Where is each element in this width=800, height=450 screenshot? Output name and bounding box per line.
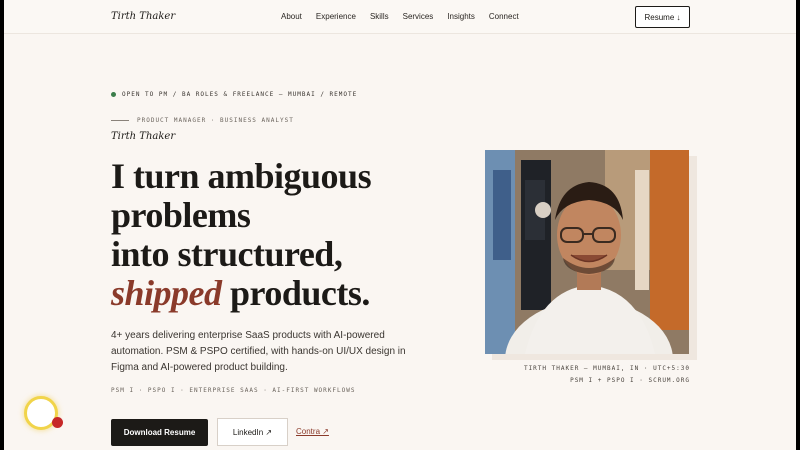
headline-line-2: problems bbox=[111, 195, 251, 235]
page-frame: Tirth Thaker About Experience Skills Ser… bbox=[4, 0, 796, 450]
headline-accent: shipped bbox=[111, 273, 222, 313]
photo-caption: Tirth Thaker — Mumbai, IN · UTC+5:30 PSM… bbox=[494, 363, 690, 387]
headline-line-1: I turn ambiguous bbox=[111, 156, 372, 196]
nav-link-skills[interactable]: Skills bbox=[370, 12, 389, 21]
nav-link-about[interactable]: About bbox=[281, 12, 302, 21]
availability-status: Open to PM / BA roles & freelance — Mumb… bbox=[111, 91, 357, 98]
hero-description: 4+ years delivering enterprise SaaS prod… bbox=[111, 330, 406, 373]
headline-line-4: products. bbox=[221, 273, 370, 313]
nav-link-experience[interactable]: Experience bbox=[316, 12, 356, 21]
profile-photo-illustration bbox=[485, 150, 689, 354]
nav-link-connect[interactable]: Connect bbox=[489, 12, 519, 21]
status-text: Open to PM / BA roles & freelance — Mumb… bbox=[122, 91, 358, 98]
hero-headline: I turn ambiguous problems into structure… bbox=[111, 156, 372, 313]
contra-link[interactable]: Contra ↗ bbox=[296, 427, 329, 436]
resume-button[interactable]: Resume ↓ bbox=[635, 6, 690, 28]
role-text: Product Manager · Business Analyst bbox=[137, 117, 294, 124]
photo-caption-line-1: Tirth Thaker — Mumbai, IN · UTC+5:30 bbox=[523, 365, 690, 372]
record-dot-icon[interactable] bbox=[52, 417, 63, 428]
brand-logo[interactable]: Tirth Thaker bbox=[111, 11, 175, 22]
download-resume-button[interactable]: Download Resume bbox=[111, 419, 208, 446]
nav-link-insights[interactable]: Insights bbox=[447, 12, 475, 21]
photo-caption-line-2: PSM I + PSPO I · Scrum.org bbox=[570, 377, 690, 384]
signature: Tirth Thaker bbox=[111, 131, 176, 142]
headline-line-3: into structured, bbox=[111, 234, 343, 274]
role-divider bbox=[111, 120, 129, 121]
nav-links: About Experience Skills Services Insight… bbox=[281, 12, 519, 21]
nav-link-services[interactable]: Services bbox=[403, 12, 434, 21]
status-dot-icon bbox=[111, 92, 116, 97]
top-nav: Tirth Thaker About Experience Skills Ser… bbox=[4, 0, 796, 34]
linkedin-button[interactable]: LinkedIn ↗ bbox=[217, 418, 288, 446]
profile-photo bbox=[485, 150, 689, 354]
certifications: PSM I · PSPO I · Enterprise SaaS · AI-Fi… bbox=[111, 387, 356, 394]
role-line: Product Manager · Business Analyst bbox=[111, 117, 294, 124]
